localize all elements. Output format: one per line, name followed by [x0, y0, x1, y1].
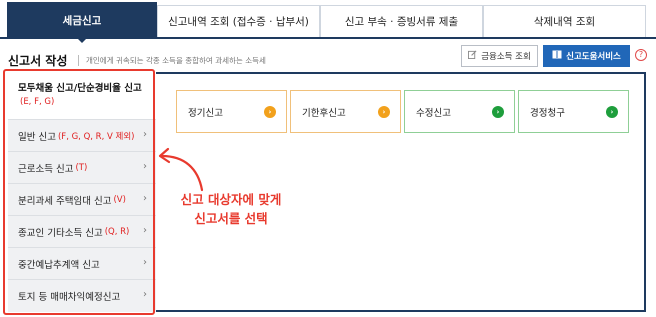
option-label: 정기신고 — [188, 107, 223, 119]
chevron-right-icon: › — [143, 192, 147, 204]
page-title: 신고서 작성 — [8, 54, 68, 68]
edit-icon — [468, 50, 477, 62]
tab-tax-filing[interactable]: 세금신고 — [7, 2, 157, 43]
option-label: 수정신고 — [416, 107, 451, 119]
menu-item-tag: (E, F, G) — [20, 97, 55, 107]
option-refund-claim[interactable]: 경정청구 › — [518, 90, 629, 133]
menu-item-label: 중간예납추계액 신고 — [18, 259, 100, 271]
tab-deleted-history[interactable]: 삭제내역 조회 — [483, 5, 646, 37]
finance-income-lookup-button[interactable]: 금융소득 조회 — [461, 45, 538, 67]
chevron-right-icon: › — [143, 256, 147, 268]
arrow-circle-icon: › — [606, 105, 618, 118]
option-late-filing[interactable]: 기한후신고 › — [290, 90, 401, 133]
menu-item-religious-income[interactable]: 종교인 기타소득 신고 (Q, R) › — [8, 216, 156, 248]
menu-item-tag: (Q, R) — [104, 226, 130, 237]
annotation-line1: 신고 대상자에 맞게 — [180, 192, 282, 207]
help-button-label: 신고도움서비스 — [566, 52, 621, 62]
chevron-right-icon: › — [143, 224, 147, 236]
arrow-circle-icon: › — [264, 105, 276, 118]
menu-item-earned-income[interactable]: 근로소득 신고 (T) › — [8, 152, 156, 184]
menu-item-label: 분리과세 주택임대 신고 — [18, 195, 112, 207]
menu-item-general-filing[interactable]: 일반 신고 (F, G, Q, R, V 제외) › — [8, 120, 156, 152]
menu-item-label: 모두채움 신고/단순경비율 신고 — [18, 83, 142, 94]
page-description: 개인에게 귀속되는 각종 소득을 종합하여 과세하는 소득세 — [86, 56, 266, 65]
option-regular-filing[interactable]: 정기신고 › — [176, 90, 287, 133]
option-label: 기한후신고 — [302, 107, 346, 119]
chevron-right-icon: › — [143, 160, 147, 172]
curved-arrow-icon — [158, 147, 204, 192]
menu-item-tag: (V) — [113, 194, 126, 205]
tab-label: 세금신고 — [62, 14, 102, 27]
arrow-circle-icon: › — [378, 105, 390, 118]
help-question-icon[interactable]: ? — [635, 49, 647, 61]
option-amended-filing[interactable]: 수정신고 › — [404, 90, 515, 133]
arrow-circle-icon: › — [492, 105, 504, 118]
tab-label: 삭제내역 조회 — [533, 16, 596, 28]
chevron-right-icon: › — [143, 289, 147, 300]
tab-attachments-submit[interactable]: 신고 부속 · 증빙서류 제출 — [320, 5, 483, 37]
annotation-text: 신고 대상자에 맞게 신고서를 선택 — [176, 190, 286, 228]
menu-item-label: 종교인 기타소득 신고 — [18, 227, 103, 239]
top-tab-bar: 세금신고 신고내역 조회 (접수증 · 납부서) 신고 부속 · 증빙서류 제출… — [0, 0, 656, 43]
menu-item-land-sale[interactable]: 토지 등 매매차익예정신고 › — [8, 280, 156, 312]
menu-item-tag: (F, G, Q, R, V 제외) — [57, 131, 135, 142]
book-icon — [552, 50, 562, 62]
tab-label: 신고 부속 · 증빙서류 제출 — [344, 16, 459, 28]
chevron-right-icon: › — [143, 128, 147, 140]
finance-button-label: 금융소득 조회 — [481, 52, 531, 62]
annotation-line2: 신고서를 선택 — [194, 211, 268, 226]
menu-item-interim-prepayment[interactable]: 중간예납추계액 신고 › — [8, 248, 156, 280]
menu-item-housing-rental[interactable]: 분리과세 주택임대 신고 (V) › — [8, 184, 156, 216]
menu-item-tag: (T) — [75, 162, 88, 173]
tab-filing-history[interactable]: 신고내역 조회 (접수증 · 납부서) — [157, 5, 320, 37]
menu-item-simple-filing[interactable]: 모두채움 신고/단순경비율 신고 (E, F, G) — [8, 72, 156, 120]
filing-help-service-button[interactable]: 신고도움서비스 — [543, 45, 630, 67]
menu-item-text: 모두채움 신고/단순경비율 신고 (E, F, G) — [18, 82, 156, 109]
tab-label: 신고내역 조회 (접수증 · 납부서) — [168, 16, 309, 28]
menu-item-label: 근로소득 신고 — [18, 163, 74, 175]
menu-item-label: 일반 신고 — [18, 131, 56, 143]
menu-item-label: 토지 등 매매차익예정신고 — [18, 292, 121, 303]
filing-type-menu: 모두채움 신고/단순경비율 신고 (E, F, G) 일반 신고 (F, G, … — [8, 72, 156, 312]
option-label: 경정청구 — [530, 107, 565, 119]
title-divider — [78, 55, 79, 66]
